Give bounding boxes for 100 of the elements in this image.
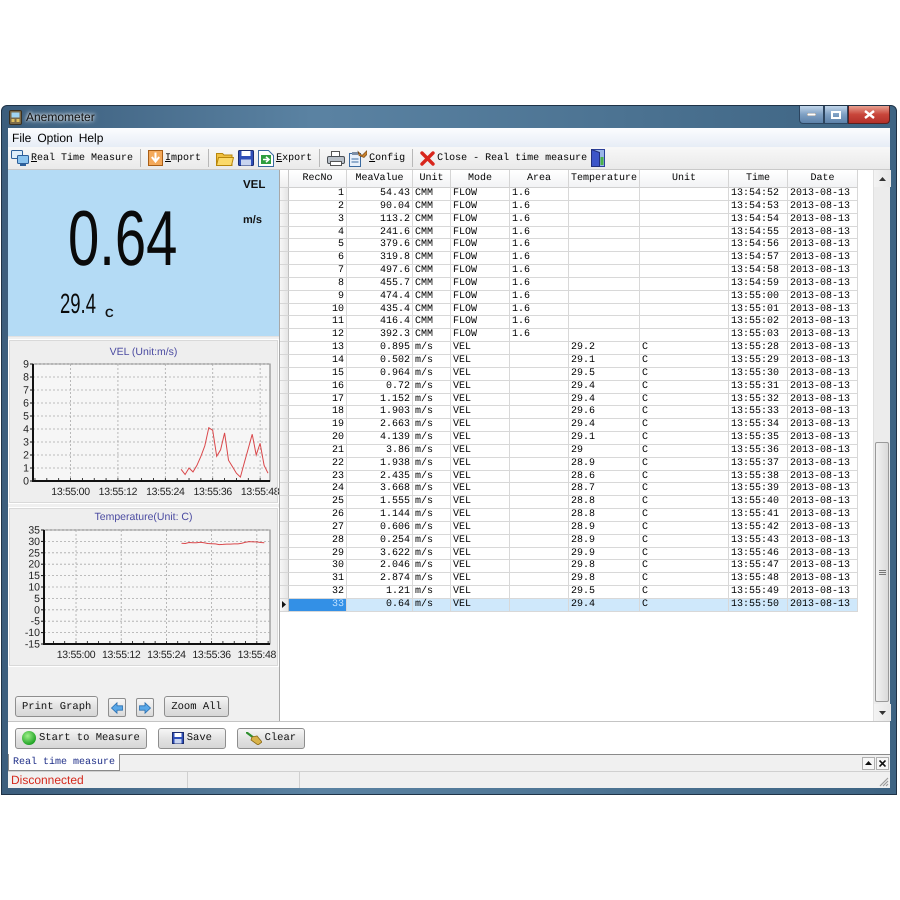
toolbar-button[interactable]: Real Time Measure — [9, 148, 136, 168]
scroll-up-button[interactable] — [874, 170, 891, 187]
menu-item[interactable]: Option — [34, 130, 76, 144]
tick-label: 30 — [28, 536, 40, 548]
table-cell: 13:55:49 — [729, 586, 788, 599]
table-cell: 13:55:32 — [729, 394, 788, 406]
column-header[interactable]: RecNo — [289, 170, 347, 188]
minimize-button[interactable] — [799, 106, 824, 124]
table-cell: 2013-08-13 — [788, 290, 858, 304]
column-header[interactable]: Time — [729, 170, 788, 188]
table-cell: 25 — [289, 496, 347, 510]
document-tab[interactable]: Real time measure — [8, 754, 120, 771]
tick-label: -5 — [30, 616, 40, 628]
tab-close-button[interactable] — [876, 756, 889, 770]
table-cell: C — [640, 496, 729, 510]
toolbar-button[interactable]: Import — [146, 148, 204, 168]
action-button[interactable]: Save — [158, 728, 226, 748]
resize-grip-icon[interactable] — [879, 777, 889, 787]
table-cell: m/s — [413, 573, 451, 586]
table-cell: 32 — [289, 586, 347, 599]
column-header[interactable]: Area — [510, 170, 569, 188]
table-cell: 13:55:03 — [729, 329, 788, 342]
table-cell: 13:55:30 — [729, 368, 788, 381]
table-cell: 13:55:46 — [729, 548, 788, 560]
clipboard-icon — [349, 150, 368, 166]
print-graph-button[interactable]: Print Graph — [15, 696, 98, 717]
table-cell: 9 — [289, 290, 347, 304]
device-icon — [9, 110, 22, 124]
toolbar-button[interactable]: Config — [347, 148, 408, 168]
column-header[interactable]: MeaValue — [347, 170, 413, 188]
table-cell: C — [640, 560, 729, 574]
table-cell: FLOW — [451, 316, 510, 330]
action-button[interactable]: Clear — [236, 728, 305, 748]
toolbar-button[interactable]: Export — [256, 148, 314, 168]
tick-label: 35 — [28, 524, 40, 536]
table-cell: 28.9 — [569, 534, 640, 548]
tick-label: 13:55:24 — [146, 486, 185, 498]
table-cell: VEL — [451, 342, 510, 355]
column-header[interactable]: Mode — [451, 170, 510, 188]
left-arrow-button[interactable] — [108, 698, 126, 717]
table-cell: 2013-08-13 — [788, 458, 858, 471]
table-cell: 2013-08-13 — [788, 432, 858, 445]
column-header[interactable]: Unit — [413, 170, 451, 188]
table-cell: 28.9 — [569, 458, 640, 471]
table-cell: 15 — [289, 368, 347, 381]
tick-label: 1 — [23, 462, 29, 474]
action-button[interactable]: Start to Measure — [15, 728, 147, 748]
table-cell: 379.6 — [347, 239, 413, 252]
close-button[interactable] — [848, 106, 890, 124]
table-cell: 29 — [569, 444, 640, 458]
table-cell: CMM — [413, 239, 451, 252]
table-cell: 13:54:55 — [729, 226, 788, 240]
table-cell: 2013-08-13 — [788, 380, 858, 394]
close-icon — [879, 760, 886, 766]
scroll-down-button[interactable] — [874, 704, 891, 721]
maximize-button[interactable] — [824, 106, 848, 124]
tick-label: 5 — [34, 592, 40, 605]
table-cell: 1.152 — [347, 394, 413, 406]
column-header[interactable]: Temperature — [569, 170, 640, 188]
table-cell: 474.4 — [347, 290, 413, 304]
table-cell: 13:55:50 — [729, 599, 788, 612]
tick-label: 13:55:00 — [51, 486, 90, 498]
print-button[interactable] — [325, 148, 348, 168]
toolbar-button[interactable]: Close - Real time measure — [418, 148, 590, 168]
menu-item[interactable]: Help — [76, 130, 106, 144]
table-cell: 29.4 — [569, 394, 640, 406]
column-header[interactable]: Unit — [640, 170, 729, 188]
table-cell: m/s — [413, 444, 451, 458]
table-cell: 22 — [289, 458, 347, 471]
exit-button[interactable] — [589, 148, 608, 168]
right-arrow-button[interactable] — [136, 698, 154, 717]
save-button[interactable] — [236, 148, 256, 168]
table-cell: 2013-08-13 — [788, 496, 858, 510]
menu-item[interactable]: File — [9, 130, 34, 144]
table-cell: C — [640, 458, 729, 471]
table-cell: 6 — [289, 252, 347, 266]
tab-menu-button[interactable] — [862, 756, 875, 770]
scrollbar-thumb[interactable] — [875, 442, 889, 702]
table-cell: 29.2 — [569, 342, 640, 355]
table-cell: 29 — [289, 548, 347, 560]
table-cell: 29.8 — [569, 573, 640, 586]
column-header[interactable]: Date — [788, 170, 858, 188]
table-cell: 13:54:54 — [729, 214, 788, 227]
unit-label: m/s — [243, 214, 262, 226]
table-cell: 13:55:00 — [729, 290, 788, 304]
table-cell: C — [640, 342, 729, 355]
table-cell: FLOW — [451, 265, 510, 278]
row-header[interactable] — [280, 599, 289, 612]
table-cell: FLOW — [451, 226, 510, 240]
table-cell: C — [640, 509, 729, 522]
table-cell: 2013-08-13 — [788, 599, 858, 612]
zoom-all-button[interactable]: Zoom All — [164, 696, 229, 717]
table-cell: 13 — [289, 342, 347, 355]
table-cell: 54.43 — [347, 188, 413, 201]
table-cell: C — [640, 354, 729, 368]
monitor-icon — [11, 150, 29, 166]
temperature-value: 29.4 — [60, 288, 96, 320]
close-icon — [420, 150, 436, 166]
table-cell: 241.6 — [347, 226, 413, 240]
table-cell: m/s — [413, 560, 451, 574]
